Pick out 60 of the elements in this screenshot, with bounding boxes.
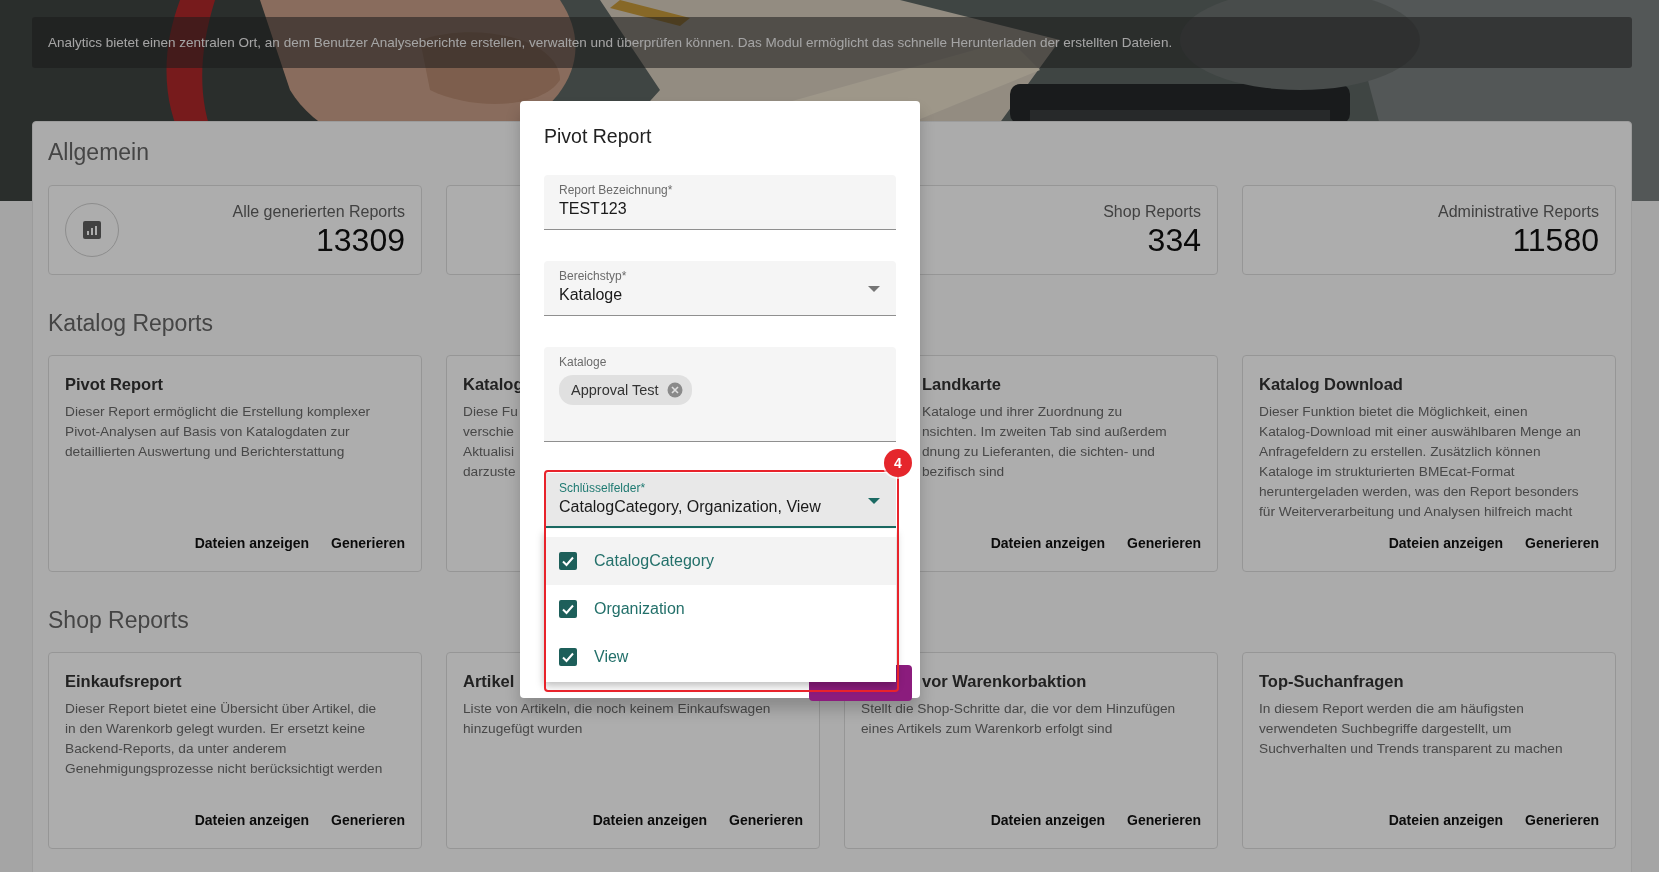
generate-button[interactable]: Generieren bbox=[1511, 531, 1599, 555]
dialog-title: Pivot Report bbox=[544, 124, 653, 149]
report-title: Top-Suchanfragen bbox=[1259, 671, 1404, 692]
checkbox[interactable] bbox=[559, 648, 577, 666]
checkbox[interactable] bbox=[559, 600, 577, 618]
view-files-button[interactable]: Dateien anzeigen bbox=[1374, 808, 1504, 832]
input-field[interactable]: Report Bezeichnung* TEST123 bbox=[544, 175, 896, 230]
view-files-button[interactable]: Dateien anzeigen bbox=[976, 531, 1106, 555]
report-title: Pivot Report bbox=[65, 374, 164, 395]
field-value: CatalogCategory, Organization, View bbox=[559, 497, 822, 517]
stat-value: 11580 bbox=[1511, 222, 1599, 258]
view-files-button[interactable]: Dateien anzeigen bbox=[1374, 531, 1504, 555]
section-heading: Allgemein bbox=[48, 138, 149, 167]
view-files-button[interactable]: Dateien anzeigen bbox=[180, 808, 310, 832]
stat-label: Shop Reports bbox=[1103, 202, 1201, 222]
generate-button[interactable]: Generieren bbox=[317, 808, 405, 832]
select-field[interactable]: Bereichstyp* Kataloge bbox=[544, 261, 896, 316]
generate-button[interactable]: Generieren bbox=[1113, 808, 1201, 832]
report-title: Einkaufsreport bbox=[65, 671, 182, 692]
remove-icon bbox=[666, 382, 683, 398]
caret-icon bbox=[868, 286, 880, 292]
report-description: In diesem Report werden die am häufigsten verwendeten Suchbegriffe dargestellt, um Suchverhalten und Trends transparent zu machen bbox=[1259, 700, 1563, 758]
section-heading: Katalog Reports bbox=[48, 309, 213, 338]
field-label: Schlüsselfelder* bbox=[559, 480, 647, 496]
chip[interactable]: Approval Test bbox=[559, 375, 692, 405]
select-field[interactable]: Schlüsselfelder* CatalogCategory, Organization, View bbox=[544, 473, 896, 528]
report-description: Kataloge und ihrer Zuordnung zu nsichten. Im zweiten Tab sind außerdem dnung zu Lieferanten, die sichten- und bezifisch sind bbox=[922, 403, 1167, 481]
generate-button[interactable]: Generieren bbox=[1113, 531, 1201, 555]
dropdown-option[interactable]: CatalogCategory bbox=[544, 537, 896, 585]
field-label: Bereichstyp* bbox=[559, 268, 628, 284]
step-badge: 4 bbox=[884, 449, 912, 477]
field-label: Report Bezeichnung* bbox=[559, 182, 674, 198]
stat-label: Alle generierten Reports bbox=[232, 202, 405, 222]
report-title: vor Warenkorbaktion bbox=[922, 671, 1087, 692]
report-description: Dieser Funktion bietet die Möglichkeit, einen Katalog-Download mit einer auswählbaren Menge an Anfragefeldern zu erstellen. Zusätzlich können Kataloge im strukturierten BMEcat-Format heruntergeladen werden, was den Report besonders für Weiterverarbeitung und Analysen hilfreich macht bbox=[1259, 403, 1581, 521]
field-value: Kataloge bbox=[559, 285, 624, 305]
report-title: Katalog Download bbox=[1259, 374, 1403, 395]
report-title: Artikel bbox=[463, 671, 515, 692]
view-files-button[interactable]: Dateien anzeigen bbox=[578, 808, 708, 832]
stat-label: Administrative Reports bbox=[1438, 202, 1599, 222]
report-description: Dieser Report ermöglicht die Erstellung komplexer Pivot-Analysen auf Basis von Katalogdaten zur detaillierten Auswertung und Berichterstattung bbox=[65, 403, 371, 461]
generate-button[interactable]: Generieren bbox=[317, 531, 405, 555]
view-files-button[interactable]: Dateien anzeigen bbox=[976, 808, 1106, 832]
generate-button[interactable]: Generieren bbox=[715, 808, 803, 832]
report-description: Dieser Report bietet eine Übersicht über Artikel, die in den Warenkorb gelegt wurden. Er ersetzt keine Backend-Reports, da unter anderem Genehmigungsprozesse nicht berücksichtigt werden bbox=[65, 700, 383, 778]
stat-value: 13309 bbox=[315, 222, 405, 258]
section-heading: Shop Reports bbox=[48, 606, 189, 635]
checkbox[interactable] bbox=[559, 552, 577, 570]
generate-button[interactable]: Generieren bbox=[1511, 808, 1599, 832]
field-value: TEST123 bbox=[559, 199, 628, 219]
view-files-button[interactable]: Dateien anzeigen bbox=[180, 531, 310, 555]
report-title: Landkarte bbox=[922, 374, 1001, 395]
report-description: Stellt die Shop-Schritte dar, die vor dem Hinzufügen eines Artikels zum Warenkorb erfolgt sind bbox=[861, 700, 1176, 738]
report-description: Liste von Artikeln, die noch keinem Einkaufswagen hinzugefügt wurden bbox=[463, 700, 771, 738]
caret-icon bbox=[868, 498, 880, 504]
report-description: Diese Fu verschie Aktualisi darzuste bbox=[463, 403, 518, 481]
field-label: Kataloge bbox=[559, 354, 608, 370]
chip-label: Approval Test bbox=[571, 382, 659, 398]
chip-field[interactable]: Kataloge Approval Test bbox=[544, 347, 896, 442]
stat-value: 334 bbox=[1146, 222, 1201, 258]
